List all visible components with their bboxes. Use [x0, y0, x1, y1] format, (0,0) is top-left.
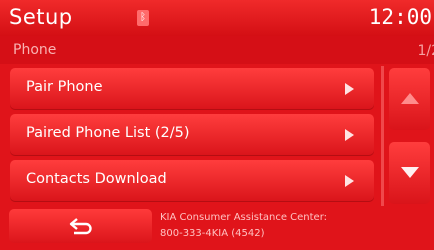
section-header	[0, 36, 434, 64]
page-title: Setup	[9, 5, 73, 29]
section-title: Phone	[13, 42, 57, 58]
menu-item-label: Pair Phone	[26, 79, 103, 95]
menu-item-label: Paired Phone List (2/5)	[26, 125, 190, 141]
play-arrow-icon	[345, 83, 354, 95]
return-arrow-icon	[69, 218, 92, 235]
bluetooth-icon: ᛒ	[137, 10, 149, 26]
contacts-download-button[interactable]: Contacts Download	[10, 160, 374, 202]
paired-phone-list-button[interactable]: Paired Phone List (2/5)	[10, 114, 374, 156]
page-indicator: 1/2	[417, 43, 434, 59]
triangle-down-icon	[401, 167, 419, 178]
clock: 12:00	[368, 5, 432, 29]
scroll-down-button[interactable]	[389, 142, 430, 204]
back-button[interactable]	[9, 209, 152, 243]
scroll-up-button[interactable]	[389, 68, 430, 130]
info-line: 800-333-4KIA (4542)	[160, 228, 265, 239]
triangle-up-icon	[401, 93, 419, 104]
info-line: KIA Consumer Assistance Center:	[160, 212, 328, 223]
assistance-info: KIA Consumer Assistance Center: 800-333-…	[160, 210, 327, 242]
play-arrow-icon	[345, 129, 354, 141]
menu-item-label: Contacts Download	[26, 171, 167, 187]
play-arrow-icon	[345, 175, 354, 187]
pair-phone-button[interactable]: Pair Phone	[10, 68, 374, 110]
scrollbar[interactable]	[381, 66, 384, 206]
